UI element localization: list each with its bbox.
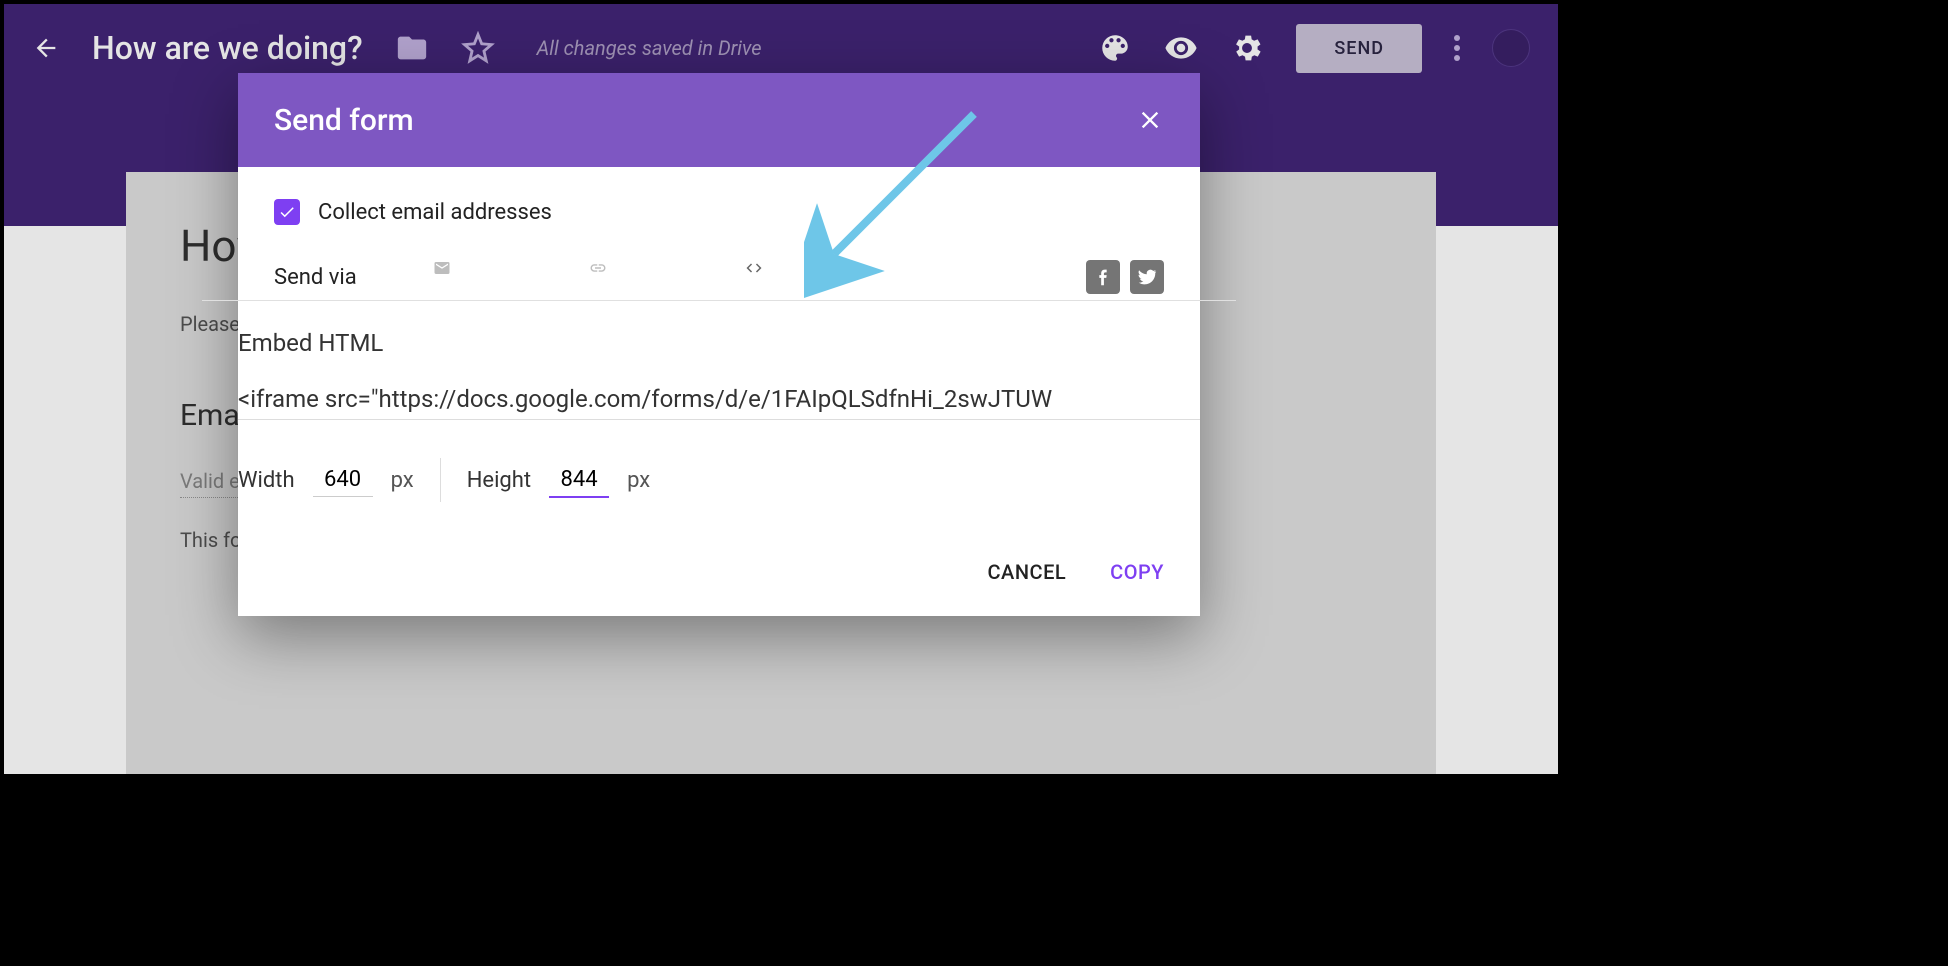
cancel-button[interactable]: CANCEL: [988, 560, 1067, 584]
collect-emails-checkbox[interactable]: [274, 199, 300, 225]
width-label: Width: [238, 468, 295, 493]
embed-heading: Embed HTML: [238, 329, 1200, 357]
send-via-embed-tab[interactable]: [736, 259, 772, 295]
dialog-title: Send form: [274, 103, 414, 138]
collect-emails-label: Collect email addresses: [318, 200, 552, 225]
embed-code-field[interactable]: <iframe src="https://docs.google.com/for…: [238, 385, 1200, 420]
width-input[interactable]: [313, 463, 373, 497]
height-input[interactable]: [549, 463, 609, 498]
height-unit: px: [627, 468, 650, 493]
send-via-label: Send via: [274, 265, 404, 290]
send-via-email-tab[interactable]: [424, 259, 460, 295]
check-icon: [278, 203, 296, 221]
send-form-dialog: Send form Collect email addresses Send v…: [238, 73, 1200, 616]
share-twitter-icon[interactable]: [1130, 260, 1164, 294]
share-facebook-icon[interactable]: [1086, 260, 1120, 294]
close-icon[interactable]: [1136, 106, 1164, 134]
send-via-link-tab[interactable]: [580, 259, 616, 295]
copy-button[interactable]: COPY: [1110, 560, 1164, 584]
height-label: Height: [467, 468, 531, 493]
width-unit: px: [391, 468, 414, 493]
